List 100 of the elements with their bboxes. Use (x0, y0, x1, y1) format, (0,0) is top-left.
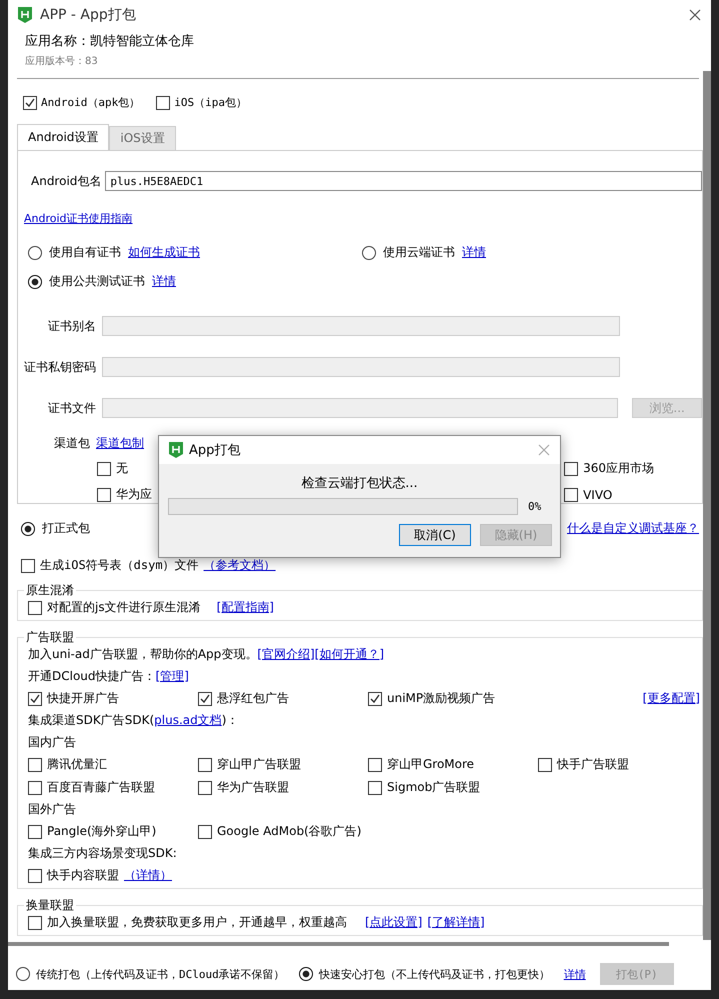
checkbox-label: 穿山甲GroMore (387, 756, 474, 773)
checkbox[interactable] (564, 462, 578, 476)
link[interactable]: [点此设置] (365, 914, 422, 931)
section-label: 集成三方内容场景变现SDK: (28, 845, 178, 862)
checkbox-label: VIVO (583, 488, 612, 502)
sdk-label: 集成渠道SDK广告SDK(plus.ad文档)： (28, 712, 238, 729)
field-label: 证书私钥密码 (24, 358, 96, 376)
logo-icon (18, 7, 32, 23)
link[interactable]: 详情 (152, 273, 176, 290)
link[interactable]: 详情 (462, 244, 486, 261)
checkbox[interactable] (564, 488, 578, 502)
checkbox[interactable] (28, 868, 42, 882)
checkbox-label: 360应用市场 (583, 460, 654, 477)
link[interactable]: （参考文档） (204, 557, 276, 574)
checkbox[interactable] (368, 780, 382, 794)
radio-button[interactable] (28, 246, 42, 260)
checkbox[interactable] (21, 558, 35, 572)
checkbox[interactable] (97, 462, 111, 476)
checkbox[interactable] (28, 692, 42, 706)
radio-button[interactable] (298, 967, 313, 981)
scrollbar[interactable] (703, 71, 711, 940)
group-title: 原生混淆 (25, 582, 75, 599)
link[interactable]: 详情 (564, 966, 586, 982)
checkbox[interactable] (368, 758, 382, 772)
checkbox[interactable] (28, 916, 42, 930)
checkbox-label: 快捷开屏广告 (47, 690, 119, 707)
checkbox[interactable] (198, 780, 212, 794)
checkbox[interactable] (97, 488, 111, 502)
radio-label: 打正式包 (42, 520, 90, 537)
checkbox-label: Android（apk包） (41, 95, 140, 110)
link[interactable]: 什么是自定义调试基座？ (567, 520, 699, 537)
checkbox[interactable] (28, 600, 42, 614)
checkbox-label: 华为广告联盟 (217, 779, 289, 796)
link[interactable]: 渠道包制 (96, 435, 144, 452)
tab[interactable]: Android设置 (17, 124, 110, 151)
radio-label: 传统打包（上传代码及证书，DCloud承诺不保留） (36, 966, 285, 982)
checkbox-label: Sigmob广告联盟 (387, 779, 480, 796)
package-name-field[interactable]: plus.H5E8AEDC1 (105, 171, 702, 191)
checkbox-label: 无 (116, 460, 128, 477)
checkbox-label: 快手广告联盟 (557, 756, 629, 773)
radio-button[interactable] (21, 522, 35, 536)
checkbox[interactable] (198, 758, 212, 772)
link[interactable]: [了解详情] (427, 914, 485, 931)
dialog-title: App打包 (189, 442, 242, 459)
checkbox[interactable] (538, 758, 552, 772)
section-label: 国内广告 (28, 734, 77, 751)
link[interactable]: [更多配置] (642, 690, 700, 707)
link[interactable]: 如何生成证书 (128, 244, 200, 261)
checkbox[interactable] (198, 692, 212, 706)
link[interactable]: [官网介绍] (257, 646, 315, 663)
label: Android包名 (31, 172, 102, 190)
checkbox-label: 华为应 (116, 486, 152, 503)
checkbox-label: Google AdMob(谷歌广告) (217, 823, 362, 840)
checkbox-label: 加入换量联盟，免费获取更多用户，开通越早，权重越高 (47, 914, 347, 931)
group-title: 换量联盟 (25, 897, 75, 914)
checkbox[interactable] (28, 824, 42, 838)
radio-label: 快速安心打包（不上传代码及证书，打包更快） (318, 966, 550, 982)
close-icon[interactable] (689, 9, 701, 21)
checkbox-label: 腾讯优量汇 (47, 756, 107, 773)
logo-icon (169, 442, 183, 458)
radio-button[interactable] (362, 246, 376, 260)
radio-button[interactable] (16, 967, 30, 981)
checkbox-label: 悬浮红包广告 (217, 690, 289, 707)
link[interactable]: Android证书使用指南 (24, 212, 133, 225)
checkbox-label: 生成iOS符号表（dsym）文件 (40, 557, 199, 574)
status-message: 检查云端打包状态... (300, 475, 419, 492)
app-name: 应用名称：凯特智能立体仓库 (25, 33, 195, 50)
radio-label: 使用云端证书 (383, 244, 455, 261)
label: 渠道包 (54, 435, 90, 452)
section-label: 国外广告 (28, 801, 77, 818)
radio-button[interactable] (28, 274, 42, 288)
checkbox[interactable] (28, 780, 42, 794)
checkbox[interactable] (198, 824, 212, 838)
progress-reading: 0% (528, 500, 542, 513)
checkbox[interactable] (368, 692, 382, 706)
link[interactable]: （详情） (124, 867, 172, 884)
field-label: 证书别名 (47, 318, 96, 334)
radio-label: 使用自有证书 (49, 244, 121, 261)
dialog-button[interactable]: 取消(C) (399, 524, 471, 546)
checkbox-label: iOS（ipa包） (174, 95, 247, 110)
window-title: APP - App打包 (40, 6, 137, 24)
checkbox-label: 快手内容联盟 (47, 867, 119, 884)
radio-label: 使用公共测试证书 (49, 273, 145, 290)
field-label: 证书文件 (46, 400, 96, 416)
checkbox[interactable] (23, 96, 37, 110)
intro-text: 加入uni-ad广告联盟，帮助你的App变现。 (28, 646, 258, 663)
link[interactable]: [配置指南] (216, 599, 274, 616)
tab[interactable]: iOS设置 (109, 126, 176, 151)
link[interactable]: plus.ad文档 (154, 713, 222, 727)
label: 开通DCloud快捷广告： (28, 668, 156, 685)
link[interactable]: [如何开通？] (314, 646, 384, 663)
checkbox-label: 百度百青藤广告联盟 (47, 779, 155, 796)
checkbox[interactable] (28, 758, 42, 772)
checkbox[interactable] (156, 96, 170, 110)
checkbox-label: 对配置的js文件进行原生混淆 (47, 599, 201, 616)
checkbox-label: uniMP激励视频广告 (387, 690, 496, 707)
checkbox-label: Pangle(海外穿山甲) (47, 823, 156, 840)
group-title: 广告联盟 (25, 629, 75, 646)
link[interactable]: [管理] (156, 668, 189, 685)
checkbox-label: 穿山甲广告联盟 (217, 756, 301, 773)
